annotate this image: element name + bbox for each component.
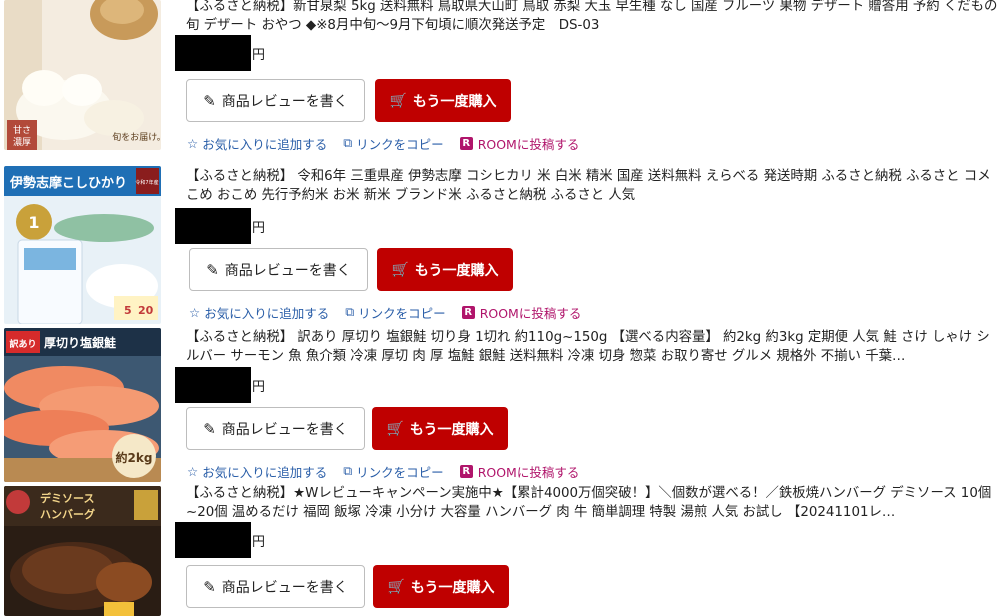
- copy-icon: ⧉: [343, 135, 353, 150]
- buy-again-button[interactable]: 🛒 もう一度購入: [375, 79, 511, 122]
- thumb-label-season: 旬をお届け。: [112, 131, 161, 143]
- buy-again-button[interactable]: 🛒 もう一度購入: [377, 248, 513, 291]
- thumb-label-sweet: 甘さ: [13, 124, 31, 136]
- thumb-label-salmon: 厚切り塩銀鮭: [44, 335, 116, 350]
- thumb-label-rank: 1: [28, 213, 39, 232]
- price-redacted: [175, 208, 251, 244]
- product-thumbnail-pear[interactable]: 甘さ 濃厚 旬をお届け。: [4, 0, 161, 150]
- thumb-label-year: 令和7年産: [135, 179, 158, 186]
- cart-icon: 🛒: [386, 420, 404, 437]
- purchase-item-2: 伊勢志摩こしひかり 令和7年産 1 5 20 【ふるさと納税】 令和6年 三重県…: [0, 158, 1000, 326]
- purchase-item-1: 甘さ 濃厚 旬をお届け。 【ふるさと納税】新甘泉梨 5kg 送料無料 鳥取県大山…: [0, 0, 1000, 158]
- post-room-label: ROOMに投稿する: [477, 464, 580, 480]
- cart-icon: 🛒: [391, 261, 409, 278]
- product-title[interactable]: 【ふるさと納税】 令和6年 三重県産 伊勢志摩 コシヒカリ 米 白米 精米 国産…: [186, 167, 1000, 205]
- price-redacted: [175, 35, 251, 71]
- price-redacted: [175, 367, 251, 403]
- room-icon: R: [461, 305, 475, 319]
- write-review-label: 商品レビューを書く: [221, 579, 348, 596]
- price-currency: 円: [252, 379, 266, 395]
- thumb-label-demi: デミソース: [40, 491, 94, 505]
- room-icon: R: [459, 136, 473, 150]
- product-thumbnail-rice[interactable]: 伊勢志摩こしひかり 令和7年産 1 5 20: [4, 166, 161, 324]
- write-review-button[interactable]: ✎ 商品レビューを書く: [186, 79, 365, 122]
- price-currency: 円: [252, 534, 266, 550]
- copy-link-label: リンクをコピー: [358, 305, 446, 321]
- add-favorite-label: お気に入りに追加する: [204, 305, 330, 321]
- buy-again-button[interactable]: 🛒 もう一度購入: [373, 565, 509, 608]
- price-redacted: [175, 522, 251, 558]
- product-title[interactable]: 【ふるさと納税】新甘泉梨 5kg 送料無料 鳥取県大山町 鳥取 赤梨 大玉 早生…: [186, 0, 1000, 35]
- copy-link[interactable]: ⧉ リンクをコピー: [343, 134, 443, 153]
- write-review-label: 商品レビューを書く: [221, 93, 348, 110]
- add-favorite-link[interactable]: ☆ お気に入りに追加する: [187, 134, 327, 153]
- write-review-label: 商品レビューを書く: [224, 262, 351, 279]
- post-room-label: ROOMに投稿する: [477, 136, 580, 152]
- post-room-link[interactable]: R ROOMに投稿する: [459, 462, 580, 481]
- add-favorite-label: お気に入りに追加する: [202, 136, 328, 152]
- add-favorite-link[interactable]: ☆ お気に入りに追加する: [187, 462, 327, 481]
- write-review-button[interactable]: ✎ 商品レビューを書く: [186, 565, 365, 608]
- product-thumbnail-hamburg[interactable]: デミソース ハンバーグ: [4, 486, 161, 616]
- star-icon: ☆: [187, 135, 199, 151]
- write-review-button[interactable]: ✎ 商品レビューを書く: [189, 248, 368, 291]
- price: 円: [175, 367, 265, 403]
- price: 円: [175, 522, 265, 558]
- star-icon: ☆: [187, 463, 199, 479]
- pencil-icon: ✎: [206, 260, 219, 279]
- buy-again-button[interactable]: 🛒 もう一度購入: [372, 407, 508, 450]
- buy-again-label: もう一度購入: [412, 93, 497, 110]
- price: 円: [175, 208, 265, 244]
- write-review-button[interactable]: ✎ 商品レビューを書く: [186, 407, 365, 450]
- thumb-label-outlet: 訳あり: [9, 338, 36, 350]
- thumb-label-weight: 約2kg: [116, 450, 153, 465]
- item-actions: ☆ お気に入りに追加する ⧉ リンクをコピー R ROOMに投稿する: [187, 134, 595, 152]
- pencil-icon: ✎: [203, 577, 216, 596]
- price: 円: [175, 35, 265, 71]
- product-title[interactable]: 【ふるさと納税】 訳あり 厚切り 塩銀鮭 切り身 1切れ 約110g~150g …: [186, 328, 1000, 366]
- post-room-link[interactable]: R ROOMに投稿する: [459, 134, 580, 153]
- product-title[interactable]: 【ふるさと納税】★Wレビューキャンペーン実施中★【累計4000万個突破！】＼個数…: [186, 484, 1000, 522]
- thumb-label-size-20: 20: [138, 304, 154, 317]
- cart-icon: 🛒: [389, 92, 407, 109]
- star-icon: ☆: [189, 304, 201, 320]
- thumb-label-rich: 濃厚: [13, 136, 31, 148]
- price-currency: 円: [252, 220, 266, 236]
- copy-link-label: リンクをコピー: [356, 464, 444, 480]
- post-room-link[interactable]: R ROOMに投稿する: [461, 303, 582, 322]
- room-icon: R: [459, 464, 473, 478]
- buy-again-label: もう一度購入: [410, 579, 495, 596]
- item-actions: ☆ お気に入りに追加する ⧉ リンクをコピー R ROOMに投稿する: [187, 462, 595, 480]
- price-currency: 円: [252, 47, 266, 63]
- write-review-label: 商品レビューを書く: [221, 421, 348, 438]
- cart-icon: 🛒: [387, 578, 405, 595]
- purchase-item-3: 訳あり 厚切り塩銀鮭 約2kg 【ふるさと納税】 訳あり 厚切り 塩銀鮭 切り身…: [0, 326, 1000, 484]
- add-favorite-label: お気に入りに追加する: [202, 464, 328, 480]
- post-room-label: ROOMに投稿する: [479, 305, 582, 321]
- copy-icon: ⧉: [345, 304, 355, 319]
- copy-link-label: リンクをコピー: [356, 136, 444, 152]
- pencil-icon: ✎: [203, 91, 216, 110]
- copy-icon: ⧉: [343, 463, 353, 478]
- buy-again-label: もう一度購入: [414, 262, 499, 279]
- item-actions: ☆ お気に入りに追加する ⧉ リンクをコピー R ROOMに投稿する: [189, 303, 597, 321]
- copy-link[interactable]: ⧉ リンクをコピー: [345, 303, 445, 322]
- purchase-item-4: デミソース ハンバーグ 【ふるさと納税】★Wレビューキャンペーン実施中★【累計4…: [0, 484, 1000, 616]
- thumb-label-rice-brand: 伊勢志摩こしひかり: [9, 175, 127, 191]
- pencil-icon: ✎: [203, 419, 216, 438]
- buy-again-label: もう一度購入: [409, 421, 494, 438]
- thumb-label-size-5: 5: [124, 304, 132, 317]
- thumb-label-hamburg: ハンバーグ: [40, 507, 95, 521]
- copy-link[interactable]: ⧉ リンクをコピー: [343, 462, 443, 481]
- add-favorite-link[interactable]: ☆ お気に入りに追加する: [189, 303, 329, 322]
- product-thumbnail-salmon[interactable]: 訳あり 厚切り塩銀鮭 約2kg: [4, 328, 161, 482]
